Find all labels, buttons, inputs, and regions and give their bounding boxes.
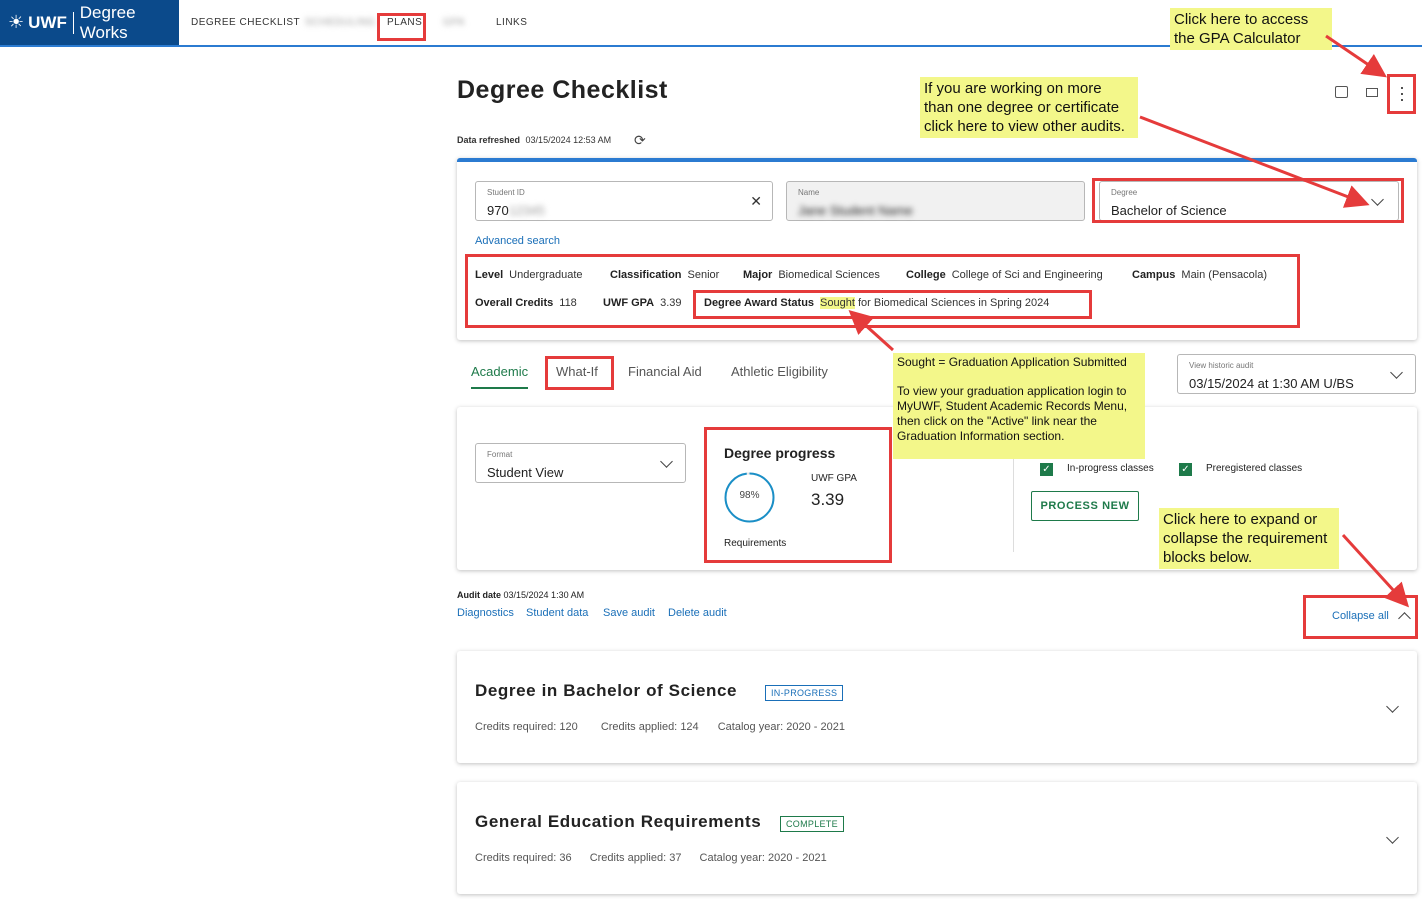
tab-athletic-eligibility[interactable]: Athletic Eligibility [731,364,828,379]
format-label: Format [487,450,513,459]
credits-req-label: Credits required: [475,721,557,733]
block-meta: Credits required: 120 Credits applied: 1… [475,721,845,733]
annotation-box-degree [1092,178,1404,223]
process-new-button[interactable]: PROCESS NEW [1031,491,1139,521]
block-title: General Education Requirements [475,812,762,831]
format-value: Student View [487,465,564,480]
student-data-link[interactable]: Student data [526,607,588,619]
uwf-logo[interactable]: ☀ UWF Degree Works [0,0,179,45]
callout-collapse: Click here to expand or collapse the req… [1159,508,1339,569]
student-id-value: 97012345 [487,203,545,218]
block-card[interactable] [457,782,1417,894]
inprogress-checkbox[interactable]: ✓ [1040,463,1053,476]
diagnostics-link[interactable]: Diagnostics [457,607,514,619]
block-card[interactable] [457,651,1417,763]
delete-audit-link[interactable]: Delete audit [668,607,727,619]
status-badge: COMPLETE [780,816,844,832]
annotation-box-progress [704,427,892,563]
annotation-box-plans [377,13,426,41]
student-id-label: Student ID [487,188,525,197]
prereg-checkbox[interactable]: ✓ [1179,463,1192,476]
historic-audit-select[interactable]: View historic audit 03/15/2024 at 1:30 A… [1177,354,1416,394]
audit-date-value: 03/15/2024 1:30 AM [503,590,585,600]
status-badge: IN-PROGRESS [765,685,844,701]
block-meta: Credits required: 36 Credits applied: 37… [475,852,827,864]
tab-academic[interactable]: Academic [471,364,529,389]
name-value: Jane Student Name [798,203,913,218]
page-title: Degree Checklist [457,76,668,104]
annotation-box-collapse [1303,595,1418,639]
callout-gpa-calculator: Click here to access the GPA Calculator [1170,8,1332,50]
inprogress-label: In-progress classes [1067,463,1154,474]
historic-label: View historic audit [1189,361,1254,370]
student-id-visible: 970 [487,203,509,218]
data-refreshed: Data refreshed 03/15/2024 12:53 AM [457,135,611,145]
block-title: Degree in Bachelor of Science [475,681,738,700]
clear-icon[interactable]: ✕ [750,193,762,210]
chevron-down-icon [1390,366,1403,379]
credits-app-label: Credits applied: [589,852,667,864]
credits-app-label: Credits applied: [600,721,678,733]
catalog-label: Catalog year: [717,721,784,733]
nav-links[interactable]: LINKS [496,0,527,45]
credits-req-value: 36 [559,852,572,864]
logo-text: Degree Works [79,2,136,42]
catalog-value: 2020 - 2021 [786,721,845,733]
nav-gpa[interactable]: GPA [443,0,465,45]
credits-app-value: 124 [680,721,699,733]
annotation-box-more [1387,74,1416,114]
save-audit-link[interactable]: Save audit [603,607,655,619]
credits-app-value: 37 [669,852,682,864]
advanced-search-link[interactable]: Advanced search [475,235,560,247]
nav-degree-checklist[interactable]: DEGREE CHECKLIST [191,0,300,45]
historic-value: 03/15/2024 at 1:30 AM U/BS [1189,376,1354,391]
refreshed-value: 03/15/2024 12:53 AM [525,135,612,145]
callout-sought-title: Sought = Graduation Application Submitte… [897,355,1127,369]
student-id-field[interactable]: Student ID 97012345 ✕ [475,181,773,221]
audit-date-label: Audit date [457,590,501,600]
credits-req-value: 120 [559,721,578,733]
chevron-down-icon [660,455,673,468]
nav-scheduling[interactable]: SCHEDULING [305,0,376,45]
tab-financial-aid[interactable]: Financial Aid [628,364,702,379]
sun-icon: ☀ [8,12,25,32]
callout-sought-body: To view your graduation application logi… [897,384,1128,443]
credits-req-label: Credits required: [475,852,557,864]
logo-divider [72,11,74,34]
annotation-box-what-if [545,356,614,390]
student-id-hidden: 12345 [508,203,545,218]
audit-date: Audit date 03/15/2024 1:30 AM [457,590,584,600]
email-icon[interactable] [1366,88,1378,97]
callout-sought: Sought = Graduation Application Submitte… [893,353,1145,459]
name-label: Name [798,188,820,197]
catalog-label: Catalog year: [699,852,765,864]
prereg-label: Preregistered classes [1206,463,1303,474]
name-field: Name Jane Student Name [786,181,1085,221]
print-icon[interactable] [1335,86,1348,98]
catalog-value: 2020 - 2021 [768,852,827,864]
format-select[interactable]: Format Student View [475,443,686,483]
refresh-icon[interactable]: ⟳ [634,132,646,149]
annotation-box-award [693,290,1092,319]
refreshed-label: Data refreshed [457,135,521,145]
logo-mark: UWF [28,12,67,32]
callout-other-audits: If you are working on more than one degr… [920,77,1138,138]
